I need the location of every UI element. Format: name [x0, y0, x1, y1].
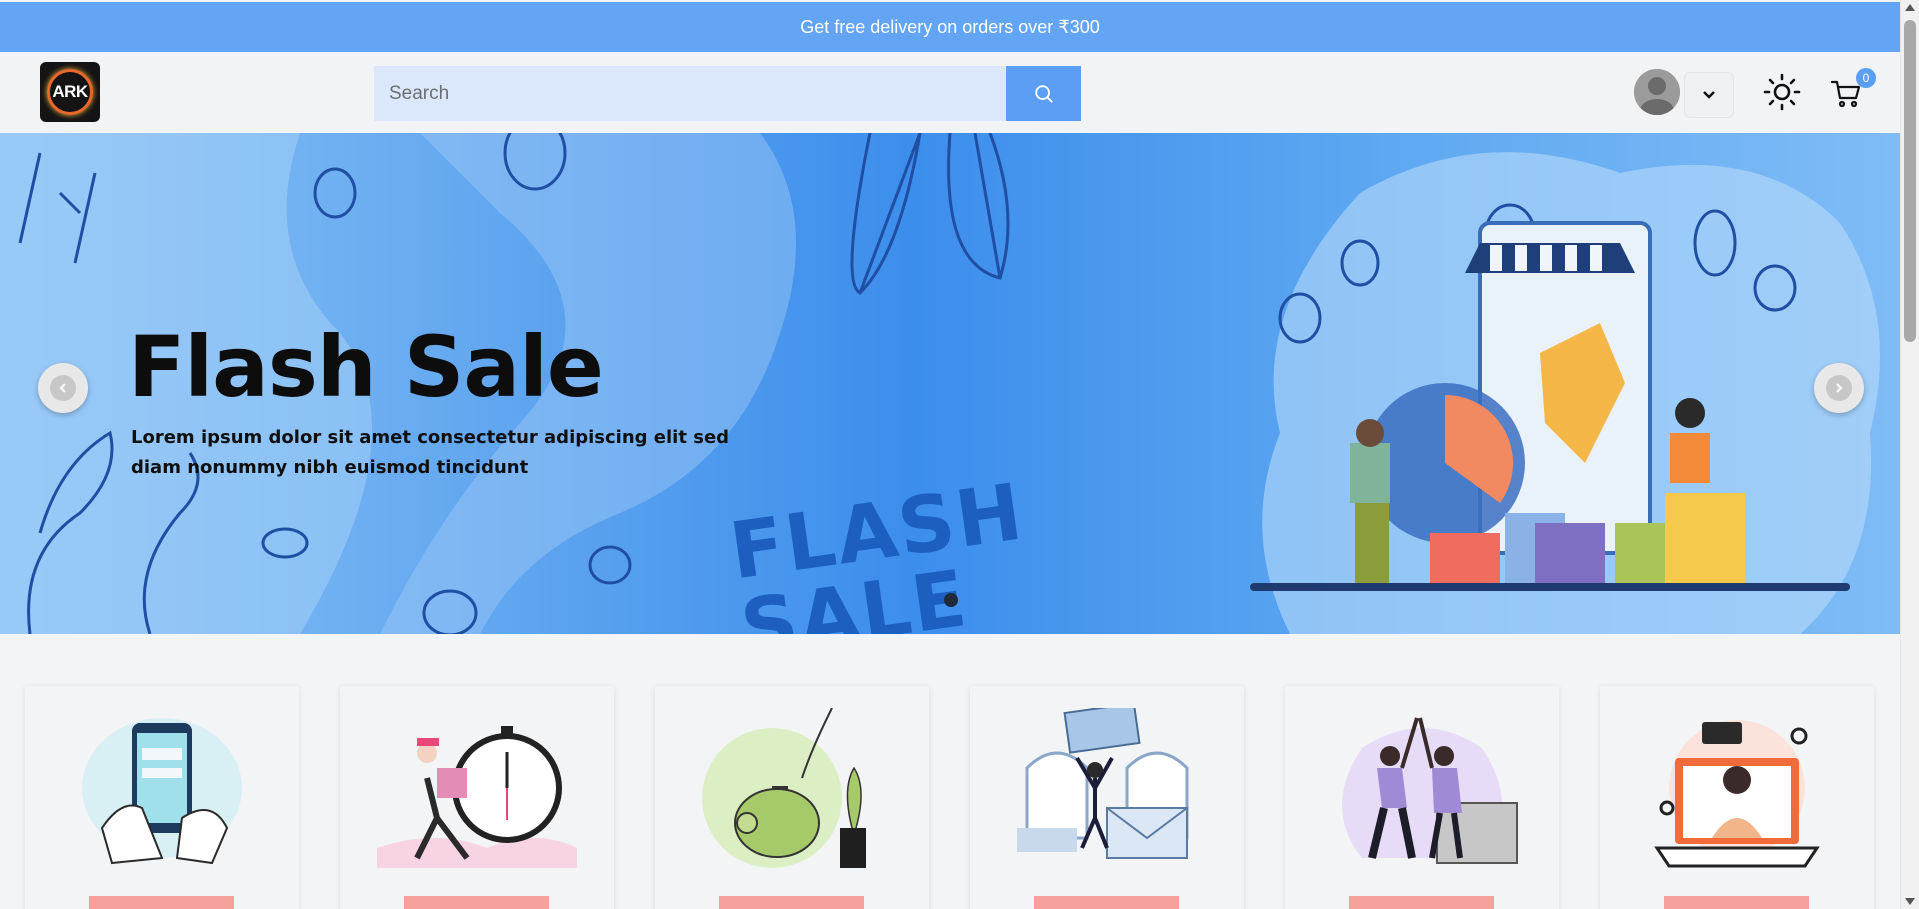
fast-delivery-stopwatch-illustration	[377, 726, 577, 868]
feature-card-button[interactable]	[719, 896, 864, 909]
feature-card-button[interactable]	[89, 896, 234, 909]
search-icon	[1034, 84, 1053, 103]
brand-logo[interactable]: ARK	[40, 62, 100, 122]
feature-card-payment[interactable]	[25, 686, 299, 909]
search-input[interactable]	[374, 66, 1006, 121]
feature-cards	[25, 686, 1875, 909]
search-bar	[374, 66, 1081, 121]
account-dropdown-button[interactable]	[1684, 72, 1734, 118]
hero-title: Flash Sale	[128, 318, 604, 416]
promo-text: Get free delivery on orders over ₹300	[800, 16, 1100, 37]
carousel-next-button[interactable]	[1814, 363, 1864, 413]
chevron-left-icon	[50, 375, 76, 401]
carousel-prev-button[interactable]	[38, 363, 88, 413]
mobile-payment-illustration	[82, 718, 242, 865]
theme-toggle-button[interactable]	[1760, 70, 1804, 114]
scroll-down-arrow-icon[interactable]	[1905, 898, 1915, 905]
feature-card-button[interactable]	[1349, 896, 1494, 909]
chevron-right-icon	[1826, 375, 1852, 401]
promo-banner: Get free delivery on orders over ₹300	[0, 2, 1900, 52]
feature-card-button[interactable]	[404, 896, 549, 909]
sun-icon	[1763, 73, 1801, 111]
scroll-thumb[interactable]	[1904, 20, 1916, 342]
cart-count-badge: 0	[1856, 68, 1876, 88]
user-silhouette-icon	[1634, 69, 1680, 115]
cart-count: 0	[1862, 71, 1870, 85]
page: Get free delivery on orders over ₹300 AR…	[0, 0, 1919, 909]
user-avatar[interactable]	[1634, 69, 1680, 115]
gift-card-celebration-illustration	[1017, 708, 1189, 859]
page-scrollbar[interactable]	[1900, 0, 1919, 909]
logo-ring: ARK	[47, 69, 93, 115]
feature-card-teamwork[interactable]	[1285, 686, 1559, 909]
hero-subtitle: Lorem ipsum dolor sit amet consectetur a…	[131, 427, 730, 478]
hero-carousel: Flash Sale Lorem ipsum dolor sit amet co…	[0, 133, 1900, 634]
feature-card-savings[interactable]	[655, 686, 929, 909]
feature-card-delivery[interactable]	[340, 686, 614, 909]
high-five-teamwork-illustration	[1342, 717, 1518, 864]
piggy-bank-savings-illustration	[702, 708, 866, 868]
scroll-up-arrow-icon[interactable]	[1905, 4, 1915, 11]
search-button[interactable]	[1006, 66, 1081, 121]
site-header: ARK Search 0	[0, 52, 1900, 133]
online-support-laptop-illustration	[1654, 720, 1820, 868]
feature-card-gift[interactable]	[970, 686, 1244, 909]
logo-text: ARK	[52, 82, 88, 101]
feature-card-support[interactable]	[1600, 686, 1874, 909]
feature-card-button[interactable]	[1034, 896, 1179, 909]
chevron-down-icon	[1703, 91, 1715, 99]
carousel-indicator-dot[interactable]	[944, 593, 958, 607]
feature-card-button[interactable]	[1664, 896, 1809, 909]
